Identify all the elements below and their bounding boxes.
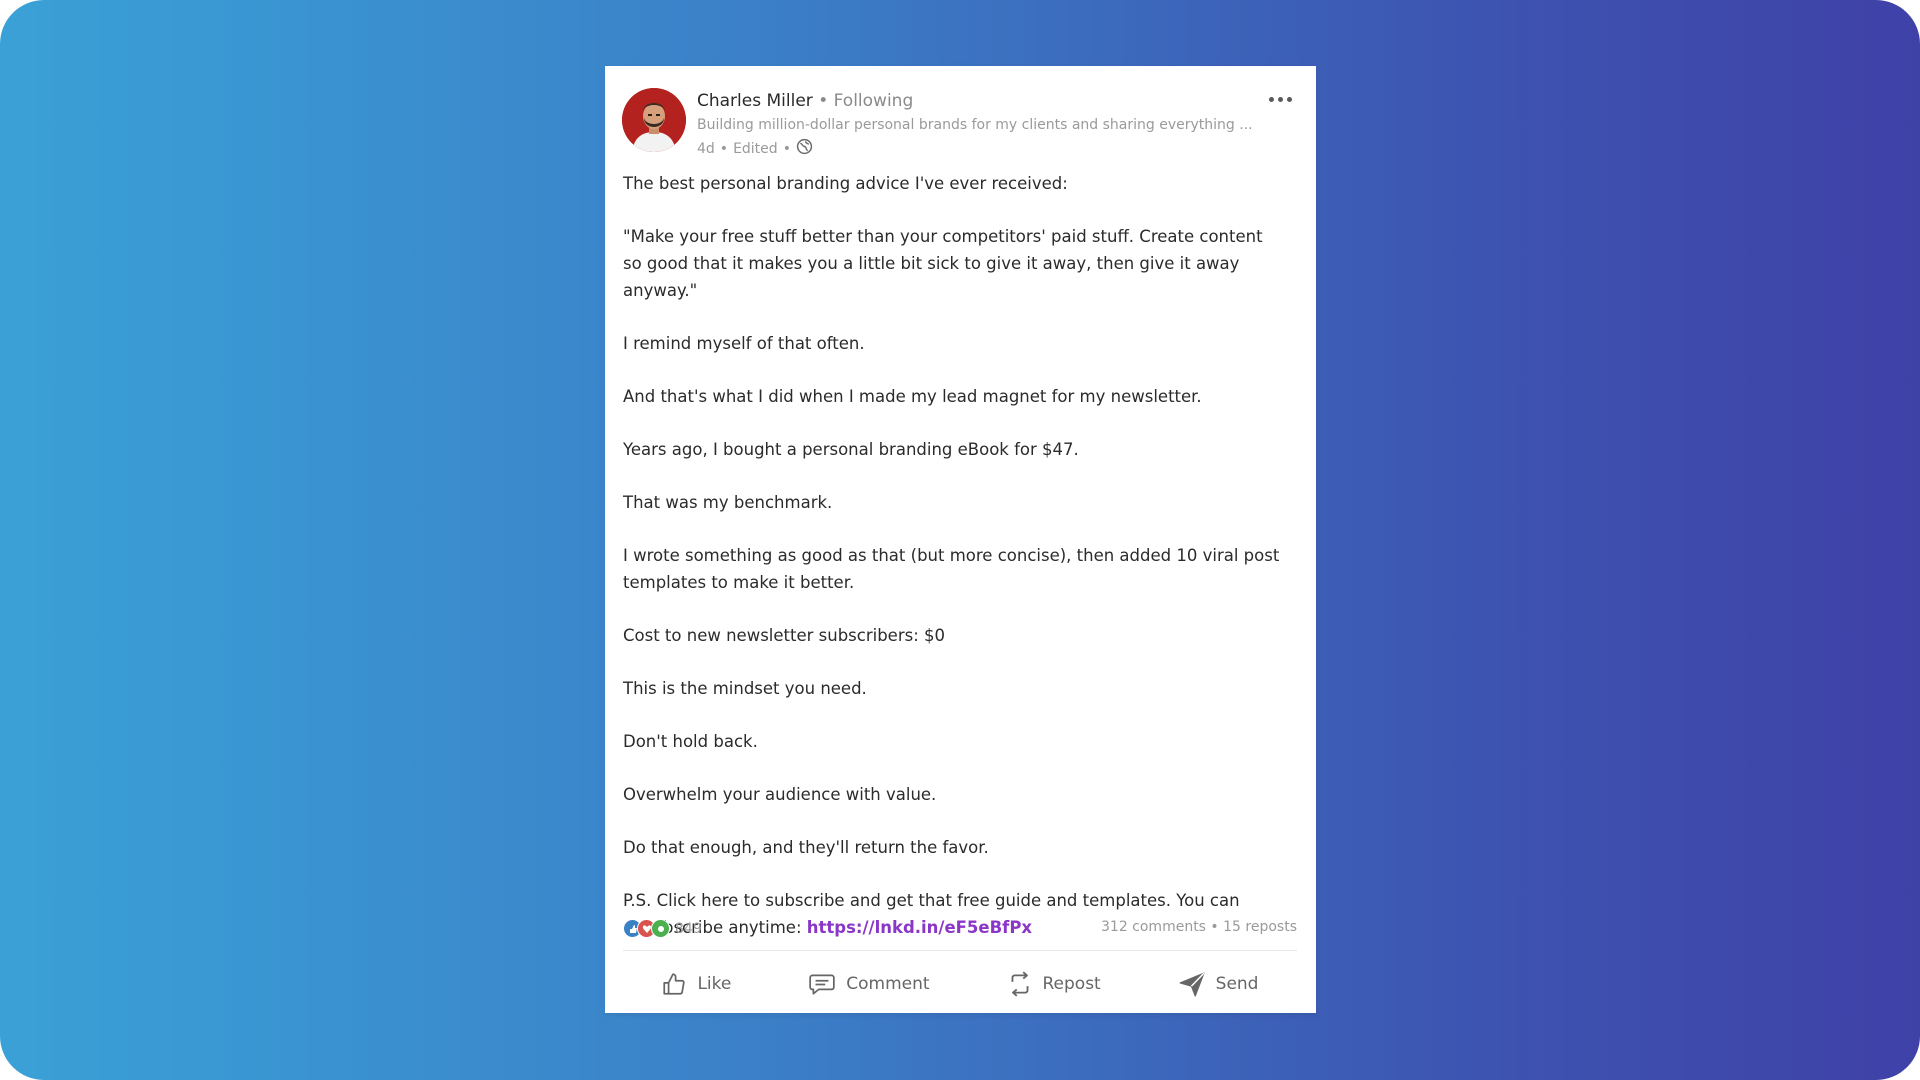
comments-reposts-count[interactable]: 312 comments • 15 reposts bbox=[1101, 919, 1297, 935]
author-name-line: Charles Miller • Following bbox=[697, 91, 913, 111]
author-headline: Building million-dollar personal brands … bbox=[697, 117, 1253, 133]
more-dot-icon bbox=[1286, 96, 1292, 102]
linkedin-post-card: Charles Miller • Following Building mill… bbox=[605, 66, 1316, 1013]
send-label: Send bbox=[1215, 974, 1259, 994]
repost-label: Repost bbox=[1042, 974, 1101, 994]
reactions-summary[interactable]: 849 bbox=[623, 919, 702, 938]
following-status[interactable]: Following bbox=[834, 91, 914, 111]
send-button[interactable]: Send bbox=[1178, 971, 1259, 997]
thumbs-up-icon bbox=[661, 971, 687, 997]
post-age: 4d bbox=[697, 140, 715, 157]
post-paragraph: This is the mindset you need. bbox=[623, 679, 867, 698]
comment-button[interactable]: Comment bbox=[808, 971, 930, 997]
post-paragraph: Overwhelm your audience with value. bbox=[623, 785, 937, 804]
like-label: Like bbox=[697, 974, 732, 994]
post-actions-bar: Like Comment Repost Send bbox=[623, 961, 1297, 1007]
post-stats: 849 312 comments • 15 reposts bbox=[623, 919, 1297, 941]
comment-icon bbox=[808, 971, 836, 997]
post-paragraph: Cost to new newsletter subscribers: $0 bbox=[623, 626, 946, 645]
meta-separator-2: • bbox=[782, 140, 791, 157]
reactions-count: 849 bbox=[675, 920, 702, 937]
post-paragraph: Do that enough, and they'll return the f… bbox=[623, 838, 989, 857]
more-options-button[interactable] bbox=[1265, 92, 1295, 106]
more-dot-icon bbox=[1268, 96, 1274, 102]
author-avatar[interactable] bbox=[622, 88, 686, 152]
post-body: The best personal branding advice I've e… bbox=[623, 170, 1283, 941]
post-paragraph: "Make your free stuff better than your c… bbox=[623, 227, 1263, 300]
more-dot-icon bbox=[1277, 96, 1283, 102]
meta-separator-1: • bbox=[719, 140, 729, 157]
post-paragraph: And that's what I did when I made my lea… bbox=[623, 387, 1202, 406]
globe-icon bbox=[796, 138, 813, 159]
like-button[interactable]: Like bbox=[661, 971, 731, 997]
post-meta: 4d • Edited • bbox=[697, 138, 813, 159]
repost-button[interactable]: Repost bbox=[1007, 970, 1101, 998]
post-paragraph: Years ago, I bought a personal branding … bbox=[623, 440, 1079, 459]
post-paragraph: I remind myself of that often. bbox=[623, 334, 865, 353]
post-paragraph: That was my benchmark. bbox=[623, 493, 833, 512]
support-reaction-icon bbox=[651, 919, 670, 938]
post-paragraph: Don't hold back. bbox=[623, 732, 758, 751]
comment-label: Comment bbox=[846, 974, 930, 994]
edited-label: Edited bbox=[733, 140, 778, 157]
send-icon bbox=[1178, 971, 1206, 997]
post-paragraph: I wrote something as good as that (but m… bbox=[623, 546, 1280, 592]
author-name[interactable]: Charles Miller bbox=[697, 91, 813, 111]
name-separator: • bbox=[818, 91, 829, 111]
actions-divider bbox=[623, 950, 1297, 951]
post-paragraph: The best personal branding advice I've e… bbox=[623, 174, 1068, 193]
repost-icon bbox=[1007, 970, 1033, 998]
